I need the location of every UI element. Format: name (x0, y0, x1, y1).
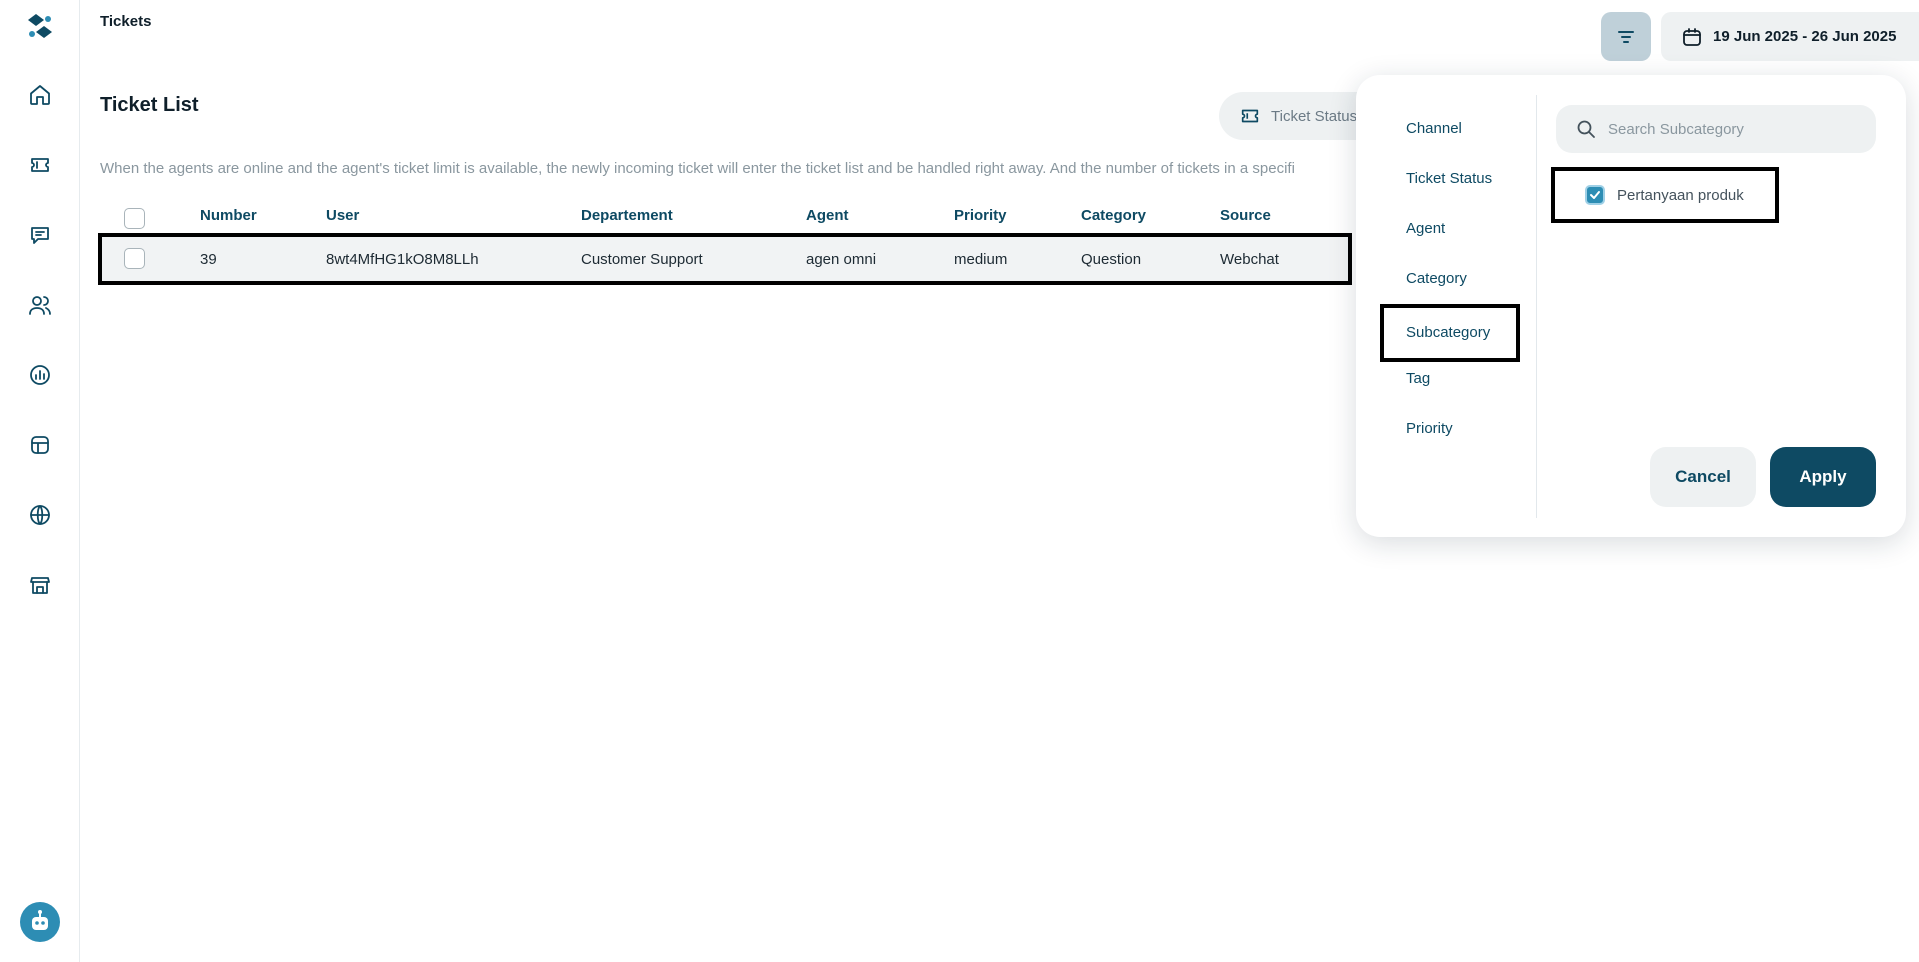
filter-category-agent[interactable]: Agent (1406, 220, 1445, 237)
column-header-source[interactable]: Source (1220, 207, 1271, 224)
column-header-number[interactable]: Number (200, 207, 257, 224)
row-checkbox[interactable] (124, 248, 145, 269)
filter-category-channel[interactable]: Channel (1406, 120, 1462, 137)
subcategory-option[interactable]: Pertanyaan produk (1551, 167, 1779, 223)
ticket-list-title: Ticket List (100, 94, 199, 116)
column-header-agent[interactable]: Agent (806, 207, 849, 224)
filter-category-ticket-status[interactable]: Ticket Status (1406, 170, 1492, 187)
filter-popover: Channel Ticket Status Agent Category Sub… (1356, 75, 1906, 537)
filter-category-priority[interactable]: Priority (1406, 420, 1453, 437)
select-all-checkbox[interactable] (124, 208, 145, 229)
filter-icon (1618, 30, 1634, 43)
nav-report-icon[interactable] (25, 360, 55, 390)
date-range-label: 19 Jun 2025 - 26 Jun 2025 (1713, 28, 1897, 45)
cell-user: 8wt4MfHG1kO8M8LLh (326, 251, 479, 268)
popover-divider (1536, 95, 1537, 518)
cell-number: 39 (200, 251, 217, 268)
nav-home-icon[interactable] (25, 80, 55, 110)
cancel-button[interactable]: Cancel (1650, 447, 1756, 507)
nav-store-icon[interactable] (25, 570, 55, 600)
subcategory-search-input[interactable] (1608, 120, 1858, 138)
ticket-icon (1241, 109, 1259, 123)
cell-department: Customer Support (581, 251, 703, 268)
apply-button[interactable]: Apply (1770, 447, 1876, 507)
date-range-button[interactable]: 19 Jun 2025 - 26 Jun 2025 (1661, 12, 1919, 61)
filter-category-category[interactable]: Category (1406, 270, 1467, 287)
column-header-category[interactable]: Category (1081, 207, 1146, 224)
column-header-priority[interactable]: Priority (954, 207, 1007, 224)
page-title: Tickets (100, 13, 152, 30)
calendar-icon (1683, 27, 1701, 46)
nav-globe-icon[interactable] (25, 500, 55, 530)
table-header: Number User Departement Agent Priority C… (100, 207, 1350, 231)
column-header-department[interactable]: Departement (581, 207, 673, 224)
info-description: When the agents are online and the agent… (100, 160, 1295, 177)
cell-category: Question (1081, 251, 1142, 268)
column-header-user[interactable]: User (326, 207, 359, 224)
subcategory-search-box[interactable] (1556, 105, 1876, 153)
brand-logo-icon[interactable] (22, 10, 58, 46)
nav-users-icon[interactable] (25, 290, 55, 320)
filter-category-subcategory[interactable]: Subcategory (1380, 304, 1520, 362)
cell-agent: agen omni (806, 251, 877, 268)
check-icon (1590, 191, 1600, 199)
filter-button[interactable] (1601, 12, 1651, 61)
bot-avatar-icon[interactable] (20, 902, 60, 942)
nav-ticket-icon[interactable] (25, 150, 55, 180)
table-row[interactable]: 39 8wt4MfHG1kO8M8LLh Customer Support ag… (98, 233, 1352, 285)
search-icon (1577, 120, 1595, 138)
sidebar (0, 0, 80, 962)
option-label: Pertanyaan produk (1617, 186, 1744, 204)
nav-chat-icon[interactable] (25, 220, 55, 250)
cell-source: Webchat (1220, 251, 1279, 268)
ticket-status-label: Ticket Status (1271, 107, 1358, 125)
option-checkbox-checked[interactable] (1585, 185, 1605, 205)
filter-category-tag[interactable]: Tag (1406, 370, 1430, 387)
nav-layout-icon[interactable] (25, 430, 55, 460)
cell-priority: medium (954, 251, 1008, 268)
